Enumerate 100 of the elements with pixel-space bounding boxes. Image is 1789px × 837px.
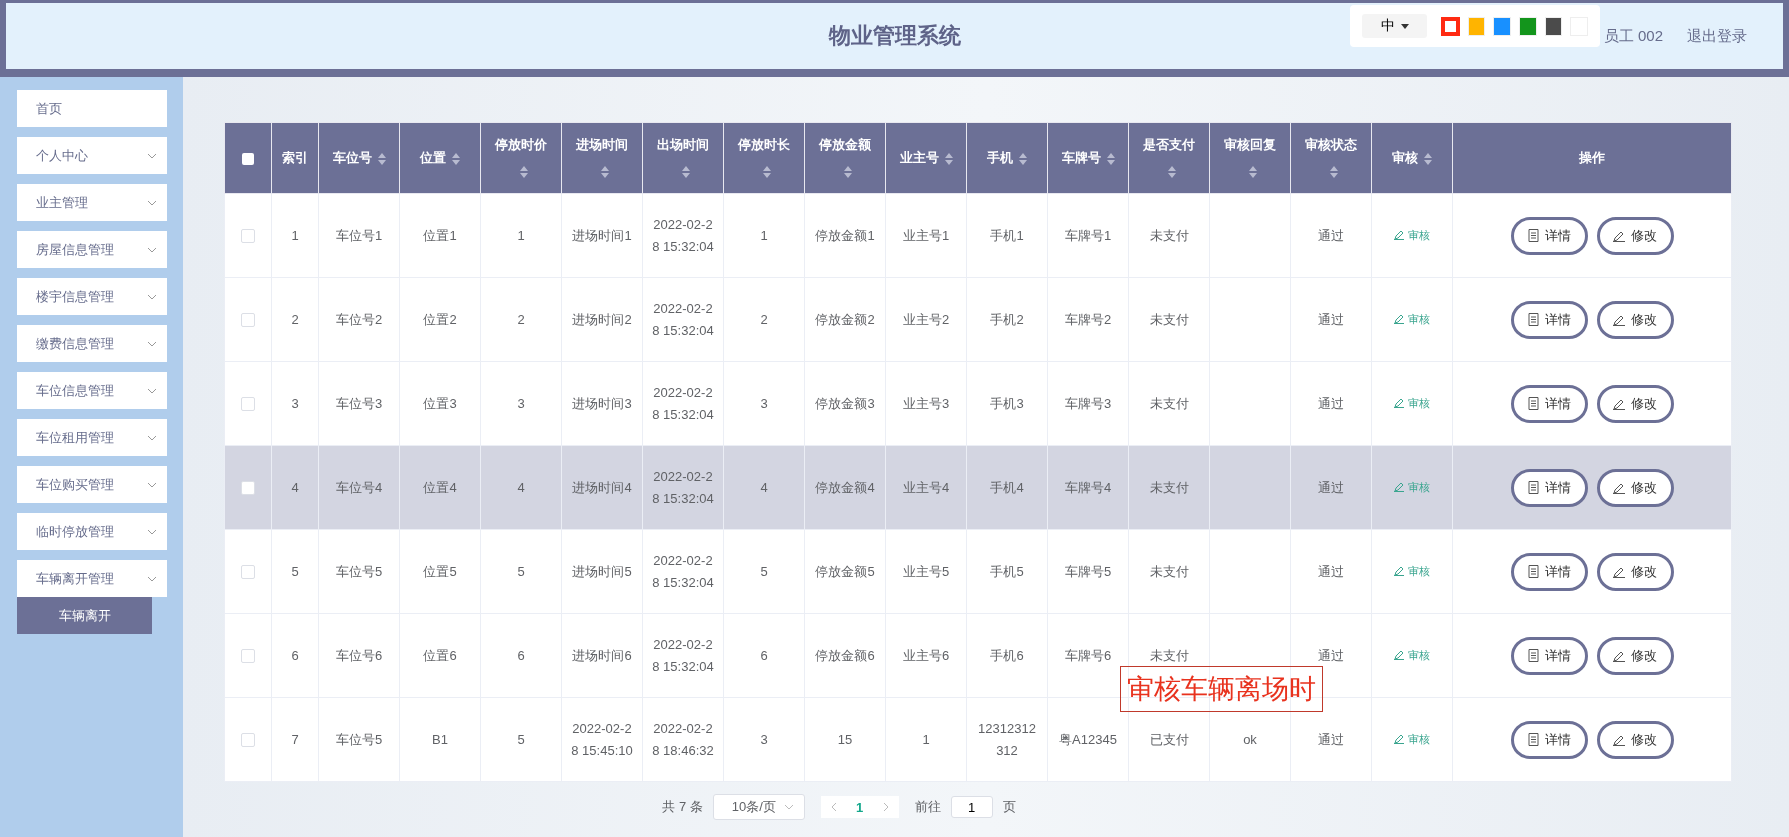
sort-icon [763,165,771,178]
action-button[interactable]: 修改 [1596,636,1674,675]
table-cell: 业主号4 [902,479,950,495]
sort-icon [377,152,386,165]
menu-item[interactable]: 车位信息管理 [17,372,167,409]
table-cell: 业主号1 [902,227,950,243]
pencil-icon [1613,649,1625,662]
column-header[interactable]: 出场时间 [642,122,724,194]
table-cell: 4 [517,479,525,495]
action-button[interactable]: 修改 [1596,216,1674,255]
table-cell: 6 [517,647,525,663]
row-checkbox[interactable] [241,397,255,412]
document-icon [1527,397,1539,410]
row-checkbox[interactable] [241,565,255,580]
action-button[interactable]: 详情 [1510,384,1588,423]
menu-item[interactable]: 首页 [17,90,167,127]
column-header[interactable]: 停放时长 [723,122,805,194]
column-header[interactable]: 索引 [271,122,319,194]
audit-link[interactable]: 审核 [1394,308,1430,330]
column-header[interactable]: 车牌号 [1047,122,1129,194]
column-header[interactable]: 业主号 [885,122,967,194]
action-button[interactable]: 详情 [1510,468,1588,507]
column-header[interactable]: 手机 [966,122,1048,194]
action-button[interactable]: 详情 [1510,636,1588,675]
menu-item[interactable]: 个人中心 [17,137,167,174]
sort-icon [1424,152,1432,165]
menu-item[interactable]: 楼宇信息管理 [17,278,167,315]
sort-icon [520,165,528,178]
chevron-icon [147,152,157,159]
audit-link[interactable]: 审核 [1394,728,1430,750]
sort-icon [452,152,460,165]
logout-link[interactable]: 退出登录 [1687,26,1747,46]
menu-item[interactable]: 缴费信息管理 [17,325,167,362]
table-cell: 6 [291,647,299,663]
table-cell: 车位号1 [335,227,383,243]
action-button[interactable]: 修改 [1596,300,1674,339]
action-button[interactable]: 详情 [1510,216,1588,255]
pencil-icon [1613,229,1625,242]
action-button[interactable]: 修改 [1596,720,1674,759]
table-cell: 3 [291,395,299,411]
row-checkbox[interactable] [241,733,255,748]
submenu-item[interactable]: 车辆离开 [17,597,152,634]
table-cell: 未支付 [1149,563,1189,579]
column-header[interactable]: 进场时间 [561,122,643,194]
row-checkbox[interactable] [241,229,255,244]
menu-item[interactable]: 车位购买管理 [17,466,167,503]
sort-icon [1019,152,1027,165]
column-header[interactable]: 是否支付 [1128,122,1210,194]
column-header[interactable]: 位置 [399,122,481,194]
table-cell: 位置6 [423,647,457,663]
table-cell: 2022-02-28 18:46:32 [652,720,714,758]
chevron-icon [147,528,157,535]
user-name: 员工 002 [1603,26,1663,46]
table-cell: 2022-02-28 15:32:04 [652,468,714,506]
table-cell: 进场时间5 [572,563,632,579]
column-header[interactable]: 车位号 [318,122,400,194]
row-checkbox[interactable] [241,481,255,496]
table-cell: 未支付 [1149,479,1189,495]
table-cell: 3 [760,731,768,747]
row-checkbox[interactable] [241,649,255,664]
column-header[interactable]: 停放时价 [480,122,562,194]
menu-item[interactable]: 车位租用管理 [17,419,167,456]
column-header[interactable]: 审核 [1371,122,1453,194]
select-all-checkbox[interactable] [242,152,254,165]
table-cell: 进场时间2 [572,311,632,327]
table-cell: 进场时间4 [572,479,632,495]
row-checkbox[interactable] [241,313,255,328]
column-header[interactable]: 停放金额 [804,122,886,194]
action-button[interactable]: 修改 [1596,384,1674,423]
audit-link[interactable]: 审核 [1394,224,1430,246]
column-header[interactable]: 审核回复 [1209,122,1291,194]
chevron-icon [147,481,157,488]
menu-item[interactable]: 房屋信息管理 [17,231,167,268]
total-count: 共 7 条 [662,798,703,816]
chevron-icon [147,575,157,582]
menu-item[interactable]: 业主管理 [17,184,167,221]
table-cell: 车位号6 [335,647,383,663]
audit-link[interactable]: 审核 [1394,560,1430,582]
action-button[interactable]: 修改 [1596,468,1674,507]
audit-link[interactable]: 审核 [1394,392,1430,414]
action-button[interactable]: 详情 [1510,300,1588,339]
column-header[interactable]: 操作 [1452,122,1732,194]
page-size-select[interactable]: 10条/页 [712,794,805,820]
table-cell: 业主号3 [902,395,950,411]
chevron-left-icon [830,802,837,812]
table-cell: 1 [291,227,299,243]
action-button[interactable]: 修改 [1596,552,1674,591]
goto-page-field[interactable]: 1 [950,796,993,818]
document-icon [1527,481,1539,494]
sort-icon [944,152,953,165]
table-cell: 未支付 [1149,395,1189,411]
color-swatch[interactable] [1441,16,1460,36]
action-button[interactable]: 详情 [1510,720,1588,759]
column-header[interactable]: 审核状态 [1290,122,1372,194]
language-select[interactable]: 中 [1362,14,1428,38]
table-cell: 1 [517,227,525,243]
menu-item[interactable]: 车辆离开管理 [17,560,167,597]
action-button[interactable]: 详情 [1510,552,1588,591]
audit-link[interactable]: 审核 [1394,644,1430,666]
menu-item[interactable]: 临时停放管理 [17,513,167,550]
